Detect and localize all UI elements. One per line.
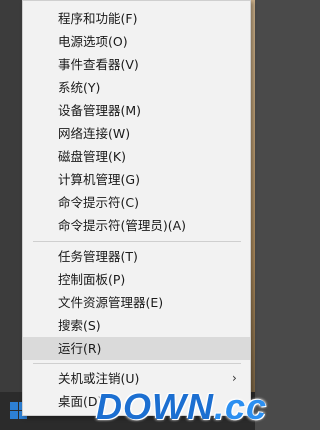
desktop-background-left	[0, 0, 22, 392]
menu-item-command-prompt-admin[interactable]: 命令提示符(管理员)(A)	[23, 214, 250, 237]
watermark-domain: .cc	[213, 386, 268, 427]
menu-item-network-connections[interactable]: 网络连接(W)	[23, 122, 250, 145]
watermark-text: DOWN	[96, 386, 214, 427]
menu-item-power-options[interactable]: 电源选项(O)	[23, 30, 250, 53]
menu-item-device-manager[interactable]: 设备管理器(M)	[23, 99, 250, 122]
menu-item-command-prompt[interactable]: 命令提示符(C)	[23, 191, 250, 214]
menu-item-disk-management[interactable]: 磁盘管理(K)	[23, 145, 250, 168]
winx-context-menu: 程序和功能(F) 电源选项(O) 事件查看器(V) 系统(Y) 设备管理器(M)…	[22, 0, 251, 416]
menu-item-search[interactable]: 搜索(S)	[23, 314, 250, 337]
menu-item-programs-features[interactable]: 程序和功能(F)	[23, 7, 250, 30]
menu-separator	[33, 241, 241, 242]
menu-item-event-viewer[interactable]: 事件查看器(V)	[23, 53, 250, 76]
menu-item-run[interactable]: 运行(R)	[23, 337, 250, 360]
menu-item-computer-management[interactable]: 计算机管理(G)	[23, 168, 250, 191]
menu-item-system[interactable]: 系统(Y)	[23, 76, 250, 99]
menu-item-task-manager[interactable]: 任务管理器(T)	[23, 245, 250, 268]
menu-item-control-panel[interactable]: 控制面板(P)	[23, 268, 250, 291]
menu-item-file-explorer[interactable]: 文件资源管理器(E)	[23, 291, 250, 314]
watermark-logo: DOWN.cc	[96, 384, 266, 430]
menu-separator	[33, 363, 241, 364]
